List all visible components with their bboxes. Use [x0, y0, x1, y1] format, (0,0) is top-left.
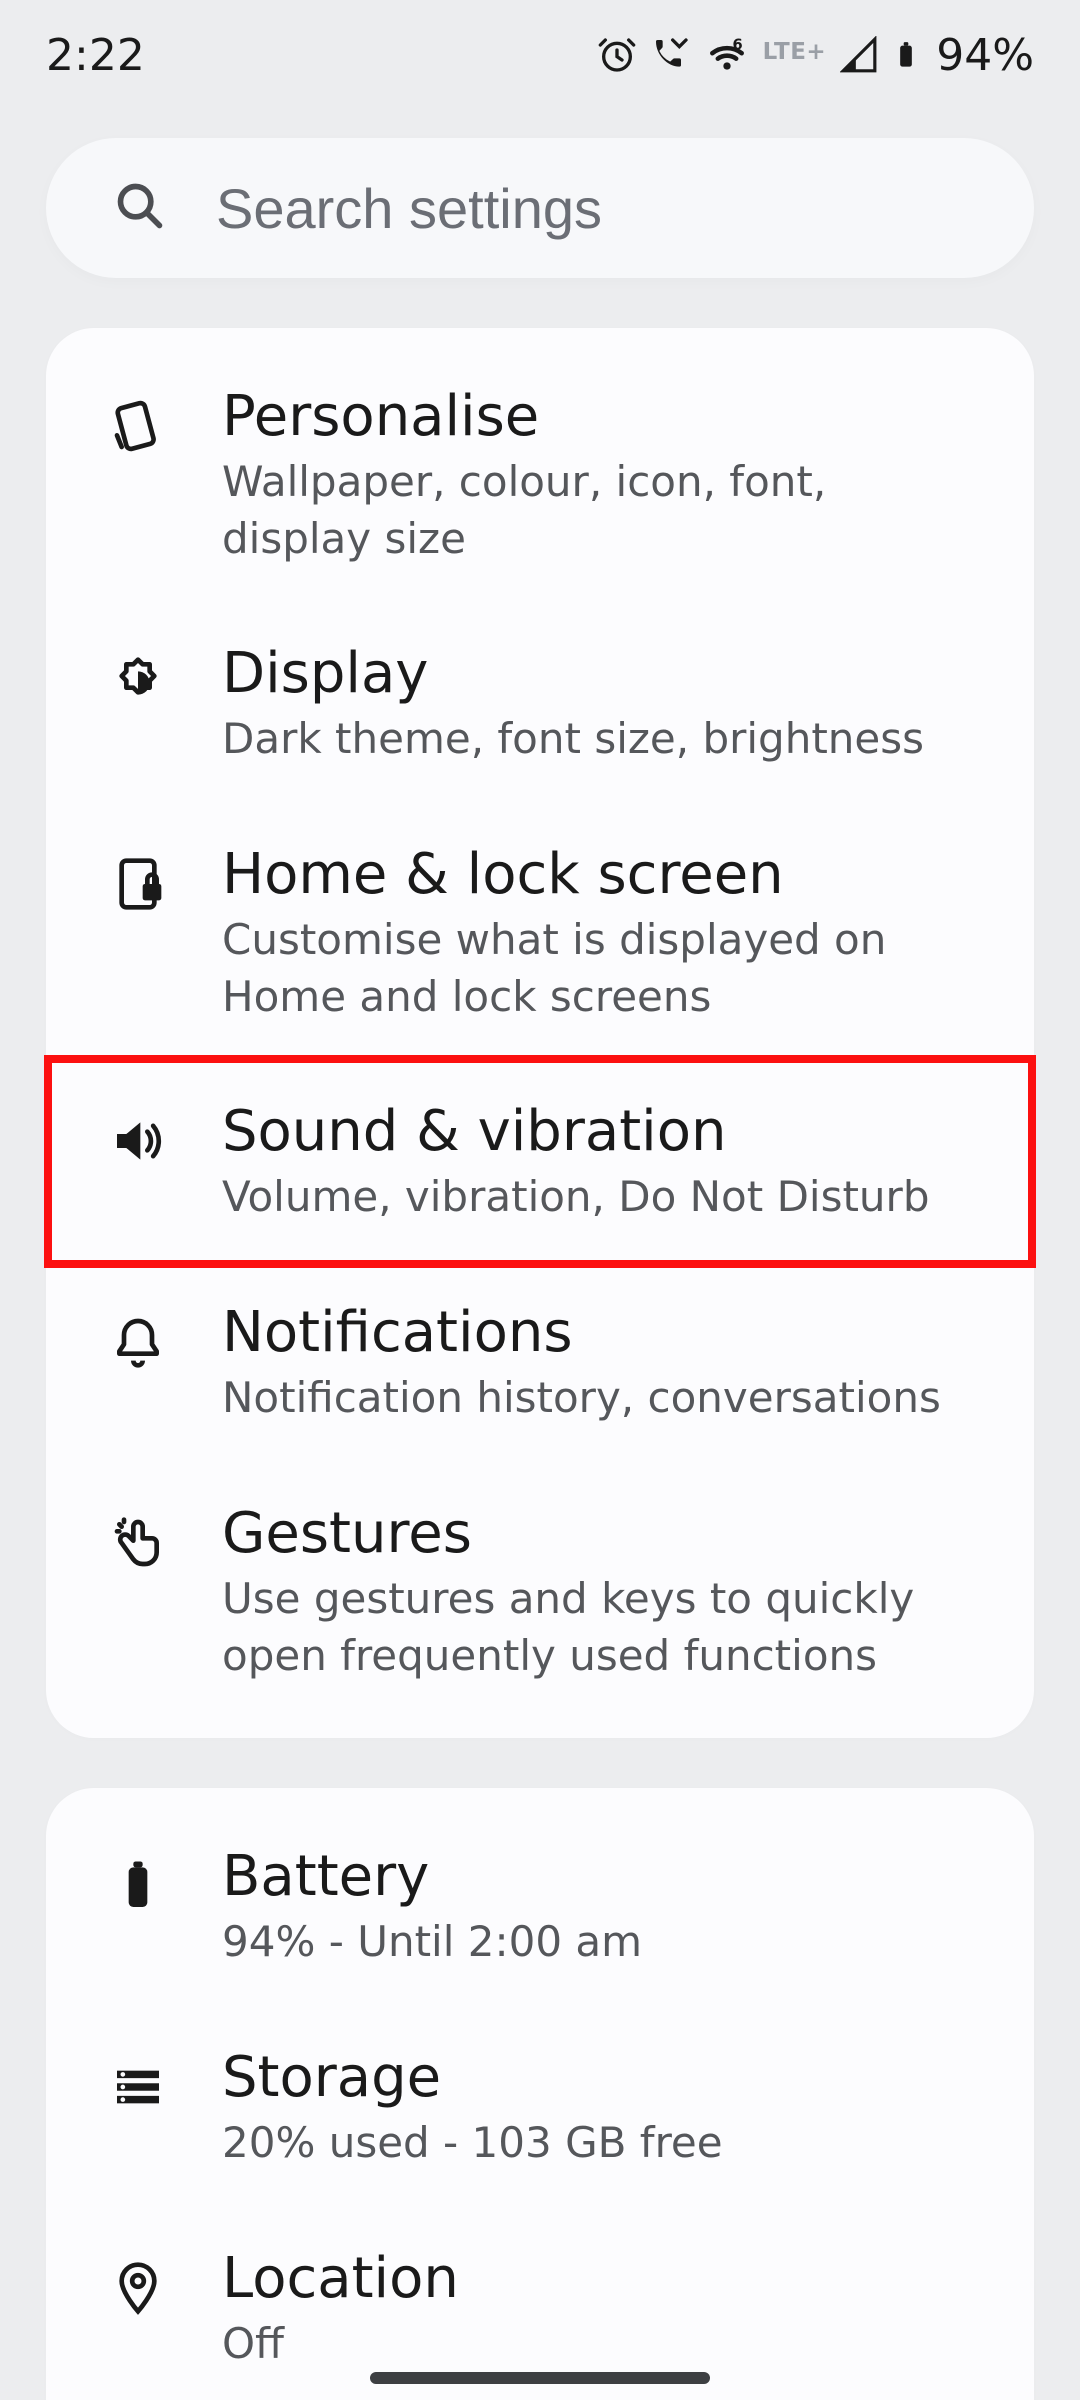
settings-item-title: Display [222, 639, 986, 709]
settings-item-title: Notifications [222, 1298, 986, 1368]
settings-item-text: DisplayDark theme, font size, brightness [222, 639, 986, 768]
settings-item-text: LocationOff [222, 2244, 986, 2373]
search-input[interactable] [214, 175, 966, 242]
search-settings[interactable] [46, 138, 1034, 278]
settings-item-title: Home & lock screen [222, 840, 986, 910]
status-bar: 2:22 LTE+ 94% [0, 0, 1080, 110]
signal-icon [840, 36, 878, 74]
settings-item-subtitle: Notification history, conversations [222, 1370, 986, 1427]
wifi-6-icon [705, 33, 749, 77]
settings-item-subtitle: Volume, vibration, Do Not Disturb [222, 1169, 986, 1226]
settings-group-1: Battery94% - Until 2:00 am Storage20% use… [46, 1788, 1034, 2400]
settings-item-notifications[interactable]: NotificationsNotification history, conve… [46, 1262, 1034, 1463]
settings-item-text: Home & lock screenCustomise what is disp… [222, 840, 986, 1025]
settings-item-title: Storage [222, 2043, 986, 2113]
settings-item-subtitle: Use gestures and keys to quickly open fr… [222, 1571, 986, 1684]
personalise-icon [108, 396, 168, 456]
settings-item-display[interactable]: DisplayDark theme, font size, brightness [46, 603, 1034, 804]
network-type: LTE+ [763, 39, 827, 71]
brightness-icon [108, 653, 168, 713]
settings-item-home-lock-screen[interactable]: Home & lock screenCustomise what is disp… [46, 804, 1034, 1061]
sound-icon [108, 1111, 168, 1171]
gestures-icon [108, 1513, 168, 1573]
settings-item-title: Personalise [222, 382, 986, 452]
battery-icon [108, 1856, 168, 1916]
settings-item-title: Sound & vibration [222, 1097, 986, 1167]
gesture-nav-pill[interactable] [370, 2372, 710, 2384]
battery-icon [892, 35, 920, 75]
settings-item-text: PersonaliseWallpaper, colour, icon, font… [222, 382, 986, 567]
settings-item-text: GesturesUse gestures and keys to quickly… [222, 1499, 986, 1684]
settings-item-title: Gestures [222, 1499, 986, 1569]
settings-item-storage[interactable]: Storage20% used - 103 GB free [46, 2007, 1034, 2208]
battery-percent: 94% [936, 30, 1034, 81]
settings-item-text: Storage20% used - 103 GB free [222, 2043, 986, 2172]
settings-group-0: PersonaliseWallpaper, colour, icon, font… [46, 328, 1034, 1738]
settings-item-subtitle: Dark theme, font size, brightness [222, 711, 986, 768]
status-time: 2:22 [46, 30, 145, 81]
settings-item-subtitle: 20% used - 103 GB free [222, 2115, 986, 2172]
settings-item-personalise[interactable]: PersonaliseWallpaper, colour, icon, font… [46, 346, 1034, 603]
alarm-icon [597, 35, 637, 75]
settings-item-subtitle: Off [222, 2316, 986, 2373]
settings-item-subtitle: Wallpaper, colour, icon, font, display s… [222, 454, 986, 567]
settings-item-text: NotificationsNotification history, conve… [222, 1298, 986, 1427]
settings-item-title: Location [222, 2244, 986, 2314]
settings-item-sound-vibration[interactable]: Sound & vibrationVolume, vibration, Do N… [46, 1061, 1034, 1262]
search-icon [114, 180, 166, 236]
settings-item-battery[interactable]: Battery94% - Until 2:00 am [46, 1806, 1034, 2007]
location-icon [108, 2258, 168, 2318]
settings-item-text: Battery94% - Until 2:00 am [222, 1842, 986, 1971]
storage-icon [108, 2057, 168, 2117]
volte-call-icon [651, 35, 691, 75]
settings-item-text: Sound & vibrationVolume, vibration, Do N… [222, 1097, 986, 1226]
settings-item-title: Battery [222, 1842, 986, 1912]
bell-icon [108, 1312, 168, 1372]
settings-item-subtitle: Customise what is displayed on Home and … [222, 912, 986, 1025]
settings-item-gestures[interactable]: GesturesUse gestures and keys to quickly… [46, 1463, 1034, 1720]
home-lock-icon [108, 854, 168, 914]
settings-item-subtitle: 94% - Until 2:00 am [222, 1914, 986, 1971]
